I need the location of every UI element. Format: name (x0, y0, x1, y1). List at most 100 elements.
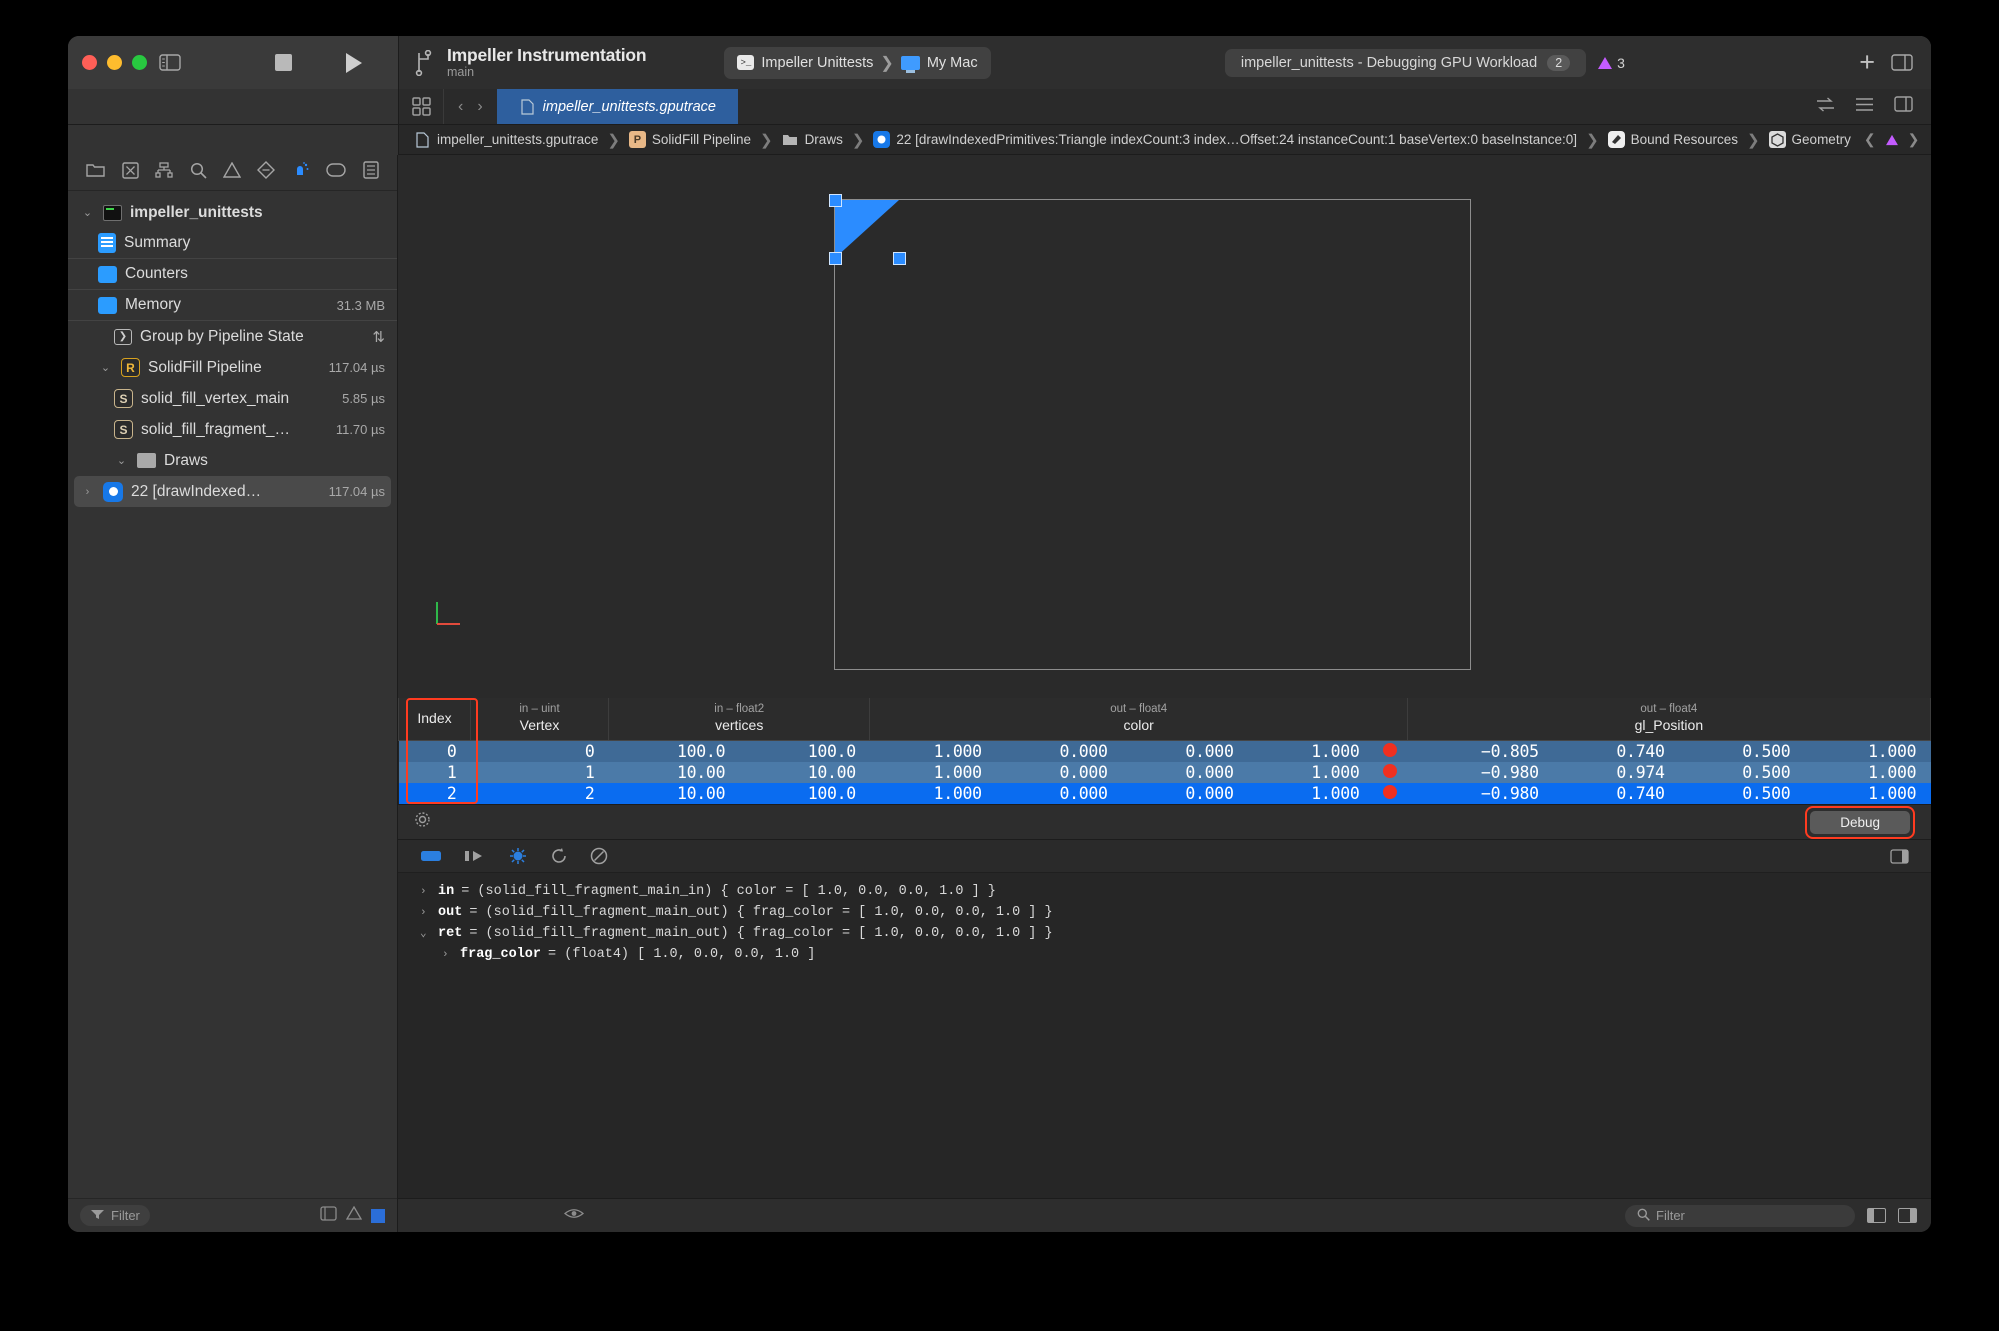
activity-count-badge: 2 (1547, 54, 1571, 71)
column-header-vertex[interactable]: in – uint Vertex (470, 698, 609, 742)
cell-glposition-w: 1.000 (1868, 763, 1917, 783)
disclosure-icon[interactable]: › (420, 886, 431, 898)
disable-breakpoints-icon[interactable] (590, 847, 608, 865)
column-header-index[interactable]: Index (398, 698, 471, 742)
console-layout-icon[interactable] (1890, 849, 1909, 864)
warning-count: 3 (1617, 54, 1625, 71)
draw-call-icon (873, 131, 891, 148)
table-row[interactable]: 0 0 100.0 100.0 1.000 0.000 0.000 1.000 … (398, 740, 1931, 763)
eye-icon[interactable] (563, 1207, 585, 1225)
debug-gauge-icon[interactable] (292, 161, 310, 184)
console-line[interactable]: ⌄ ret = (solid_fill_fragment_main_out) {… (398, 923, 1931, 944)
disclosure-icon[interactable]: ⌄ (420, 926, 431, 940)
add-editor-button[interactable]: + (1859, 49, 1875, 76)
breadcrumb-item-pipeline[interactable]: P SolidFill Pipeline (624, 131, 756, 148)
report-icon[interactable] (363, 161, 379, 184)
sidebar-item-counters[interactable]: Counters (68, 259, 397, 290)
toggle-sidebar-icon[interactable] (157, 50, 183, 76)
breadcrumb-item-bound-resources[interactable]: Bound Resources (1603, 131, 1743, 148)
column-header-spare (1929, 698, 1931, 742)
breadcrumb-item-gputrace[interactable]: impeller_unittests.gputrace (409, 131, 603, 148)
sidebar-group-by-selector[interactable]: ❯ Group by Pipeline State ⇅ (68, 321, 397, 352)
geometry-preview-canvas[interactable] (398, 155, 1931, 698)
table-row[interactable]: 1 1 10.00 10.00 1.000 0.000 0.000 1.000 … (398, 762, 1931, 784)
vertex-handle-2[interactable] (829, 252, 842, 265)
breadcrumb-item-geometry[interactable]: Geometry (1764, 131, 1856, 148)
tab-gputrace[interactable]: impeller_unittests.gputrace (496, 89, 738, 124)
chevron-down-icon[interactable]: ⌄ (80, 206, 95, 219)
split-view-icon[interactable] (1894, 96, 1913, 117)
column-header-color[interactable]: out – float4 color (869, 698, 1408, 742)
step-into-icon[interactable] (508, 847, 528, 865)
list-view-icon[interactable] (1855, 97, 1874, 117)
gear-icon[interactable] (414, 811, 431, 833)
console-line[interactable]: › frag_color = (float4) [ 1.0, 0.0, 0.0,… (398, 944, 1931, 965)
debug-button[interactable]: Debug (1810, 810, 1910, 834)
sidebar-item-draws[interactable]: ⌄ Draws (68, 445, 397, 476)
disclosure-icon[interactable]: › (442, 949, 453, 961)
toggle-inspector-icon[interactable] (1889, 50, 1915, 76)
editor-options-icon[interactable] (399, 89, 443, 124)
console-line[interactable]: › in = (solid_fill_fragment_main_in) { c… (398, 881, 1931, 902)
filter-scope-icon[interactable] (320, 1205, 337, 1226)
sidebar-item-project[interactable]: ⌄ impeller_unittests (68, 197, 397, 228)
sidebar-item-vertex-shader[interactable]: S solid_fill_vertex_main 5.85 µs (68, 383, 397, 414)
sidebar-item-draw-call-22[interactable]: › 22 [drawIndexed… 117.04 µs (74, 476, 391, 507)
table-row[interactable]: 2 2 10.00 100.0 1.000 0.000 0.000 1.000 … (398, 783, 1931, 805)
back-arrow-icon[interactable]: ‹ (458, 98, 463, 116)
navigation-arrows[interactable]: ‹ › (443, 89, 497, 124)
chevron-right-icon[interactable]: › (80, 486, 95, 498)
close-button[interactable] (82, 55, 97, 70)
chevron-down-icon[interactable]: ⌄ (114, 454, 129, 467)
search-icon[interactable] (190, 162, 207, 184)
zoom-button[interactable] (132, 55, 147, 70)
warning-triangle-icon[interactable] (1885, 134, 1898, 145)
vertex-handle-0[interactable] (893, 252, 906, 265)
folder-icon[interactable] (86, 162, 105, 183)
sidebar-item-summary[interactable]: Summary (68, 228, 397, 259)
disclosure-icon[interactable]: › (420, 907, 431, 919)
sidebar-item-fragment-shader[interactable]: S solid_fill_fragment_… 11.70 µs (68, 414, 397, 445)
variables-console[interactable]: › in = (solid_fill_fragment_main_in) { c… (398, 873, 1931, 1198)
refresh-capture-icon[interactable] (1816, 96, 1835, 117)
breadcrumb-item-draws[interactable]: Draws (777, 131, 848, 148)
minimize-button[interactable] (107, 55, 122, 70)
close-box-icon[interactable] (121, 161, 139, 184)
destination-selector[interactable]: >_ Impeller Unittests ❯ My Mac (724, 46, 991, 79)
vertex-handle-1[interactable] (829, 194, 842, 207)
table-header-row: Index in – uint Vertex in – float2 verti… (398, 698, 1931, 742)
sidebar-item-label: solid_fill_vertex_main (141, 389, 290, 407)
column-header-gl-position[interactable]: out – float4 gl_Position (1406, 698, 1931, 742)
traffic-lights[interactable] (82, 55, 147, 70)
tag-icon[interactable] (326, 163, 346, 182)
chevron-down-icon[interactable]: ⌄ (98, 361, 113, 374)
console-line[interactable]: › out = (solid_fill_fragment_main_out) {… (398, 902, 1931, 923)
scheme-info[interactable]: Impeller Instrumentation main (447, 45, 647, 80)
continue-execution-icon[interactable] (420, 848, 442, 864)
step-out-icon[interactable] (550, 847, 568, 865)
column-header-vertices[interactable]: in – float2 vertices (607, 698, 870, 742)
diamond-icon[interactable] (257, 161, 276, 184)
cell-vertices-x: 10.00 (677, 784, 726, 804)
warning-icon[interactable] (222, 161, 242, 183)
flag-filter-icon[interactable] (371, 1208, 385, 1223)
warning-filter-icon[interactable] (345, 1205, 363, 1225)
console-filter-input[interactable]: Filter (1625, 1204, 1855, 1227)
warning-indicator[interactable]: 3 (1598, 55, 1625, 71)
toggle-variables-pane-icon[interactable] (1867, 1208, 1886, 1223)
sidebar-item-label: Memory (125, 296, 181, 313)
run-button[interactable] (346, 52, 362, 73)
activity-status[interactable]: impeller_unittests - Debugging GPU Workl… (1224, 48, 1587, 77)
breadcrumb-next-icon[interactable]: ❯ (1908, 131, 1920, 148)
breadcrumb-item-drawcall[interactable]: 22 [drawIndexedPrimitives:Triangle index… (868, 131, 1582, 148)
sidebar-filter-input[interactable]: Filter (80, 1205, 150, 1226)
stop-button[interactable] (275, 54, 292, 71)
updown-chevron-icon[interactable]: ⇅ (372, 328, 385, 346)
breadcrumb-prev-icon[interactable]: ❮ (1864, 131, 1876, 148)
toggle-console-pane-icon[interactable] (1898, 1208, 1917, 1223)
step-over-icon[interactable] (464, 848, 486, 864)
hierarchy-icon[interactable] (155, 162, 173, 183)
sidebar-item-solidfill-pipeline[interactable]: ⌄ R SolidFill Pipeline 117.04 µs (68, 352, 397, 383)
forward-arrow-icon[interactable]: › (477, 98, 482, 116)
sidebar-item-memory[interactable]: Memory 31.3 MB (68, 290, 397, 321)
